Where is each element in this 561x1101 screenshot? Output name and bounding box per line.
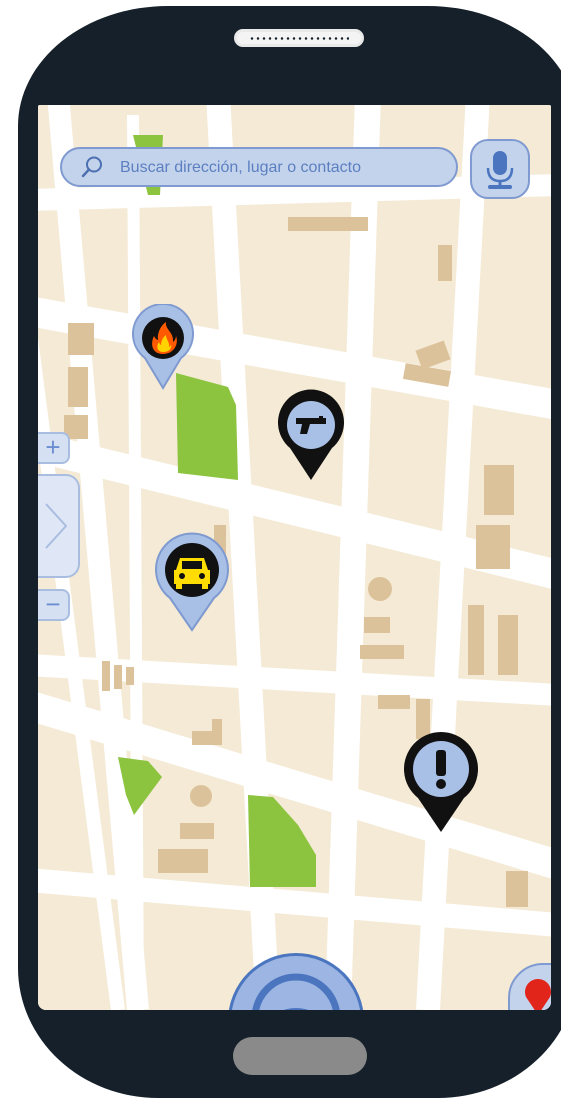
building [180, 823, 214, 839]
car-icon [155, 532, 229, 632]
map-marker-traffic[interactable] [152, 530, 232, 632]
building [114, 665, 122, 689]
road [127, 114, 144, 1010]
building [102, 661, 110, 691]
building [476, 525, 510, 569]
expand-panel-button[interactable] [38, 474, 80, 578]
speaker-dots [249, 37, 349, 40]
building [438, 245, 452, 281]
building [192, 731, 222, 745]
map-marker-alert[interactable] [400, 728, 482, 834]
home-button[interactable] [233, 1037, 367, 1075]
chevron-right-icon [45, 503, 68, 549]
map[interactable] [38, 105, 551, 1010]
building [360, 645, 404, 659]
speaker-grille [234, 29, 364, 47]
building [288, 217, 368, 231]
navigation-button[interactable] [228, 953, 364, 1010]
building [68, 367, 88, 407]
search-input[interactable]: Buscar dirección, lugar o contacto [120, 159, 361, 177]
building [468, 605, 484, 675]
map-marker-crime[interactable] [274, 388, 348, 482]
building [158, 849, 208, 873]
location-pin-icon [525, 979, 551, 1010]
mic-button[interactable] [470, 139, 530, 199]
microphone-icon [486, 151, 514, 189]
zoom-in-button[interactable]: + [38, 432, 70, 464]
building [378, 695, 410, 709]
map-marker-fire[interactable] [130, 303, 196, 390]
building [190, 785, 212, 807]
exclamation-icon [404, 732, 478, 832]
building [506, 871, 528, 907]
search-bar[interactable]: Buscar dirección, lugar o contacto [60, 147, 458, 187]
navigation-icon [252, 973, 340, 1010]
fire-icon [132, 303, 194, 390]
building [68, 323, 94, 355]
phone-frame: Buscar dirección, lugar o contacto + − [0, 0, 561, 1101]
search-icon [81, 156, 102, 178]
building [498, 615, 518, 675]
building [364, 617, 390, 633]
building [368, 577, 392, 601]
building [126, 667, 134, 685]
screen: Buscar dirección, lugar o contacto + − [38, 105, 551, 1010]
gun-icon [278, 389, 344, 480]
building [484, 465, 514, 515]
zoom-out-button[interactable]: − [38, 589, 70, 621]
